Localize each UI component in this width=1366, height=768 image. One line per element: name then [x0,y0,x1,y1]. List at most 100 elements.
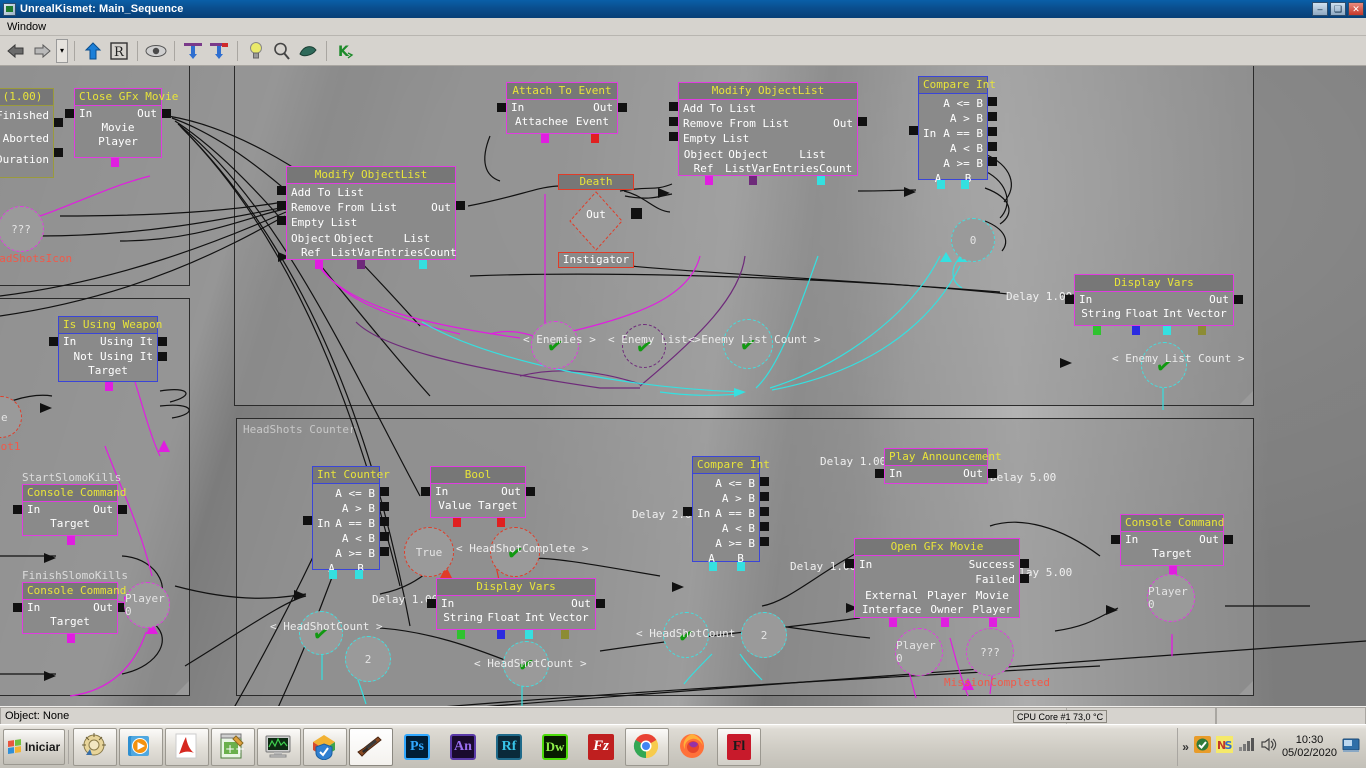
connector-out-a-lt-b[interactable] [760,522,769,531]
node-compare-int-1[interactable]: Compare Int A <= B A > B In A == B A < B… [918,76,988,180]
kismet-button[interactable]: K [333,39,357,63]
node-input-in[interactable]: In [27,502,40,517]
node-play-delay[interactable]: Play (1.00) Finished Aborted Duration [0,88,54,178]
node-input-in[interactable]: In [511,100,524,115]
node-input-in[interactable]: In [63,334,76,349]
taskbar-app-media-player[interactable] [119,728,163,766]
connector-in[interactable] [427,599,436,608]
connector-var-int[interactable] [525,630,533,639]
node-input-in[interactable]: In [697,506,710,521]
var-enemy-list[interactable]: ✔ [622,324,666,368]
node-output-success[interactable]: Success [969,557,1015,572]
connector-out-a-gt-b[interactable] [760,492,769,501]
connector-var-movieplayer[interactable] [111,158,119,167]
node-output-a-lt-b[interactable]: A < B [693,521,759,536]
node-output-a-eq-b[interactable]: A == B [715,506,755,521]
node-modify-objectlist-1[interactable]: Modify ObjectList Add To List Remove Fro… [286,166,456,260]
connector-var-target[interactable] [67,536,75,545]
node-input-add-to-list[interactable]: Add To List [291,185,364,200]
connector-var-event[interactable] [591,134,599,143]
node-input-in[interactable]: In [889,466,902,481]
connector-in-add[interactable] [669,102,678,111]
node-output-out[interactable]: Out [1199,532,1219,547]
connector-var-b[interactable] [737,562,745,571]
node-input-in[interactable]: In [441,596,454,611]
node-compare-int-2[interactable]: Compare Int A <= B A > B In A == B A < B… [692,456,760,562]
connector-in[interactable] [497,103,506,112]
connector-out-aborted[interactable] [54,148,63,157]
connector-in[interactable] [683,507,692,516]
tray-clock[interactable]: 10:30 05/02/2020 [1282,734,1337,760]
connector-var-float[interactable] [497,630,505,639]
connector-var-objectlistvar[interactable] [749,176,757,185]
var-true[interactable]: True [404,527,454,577]
connector-in[interactable] [845,559,854,568]
taskbar-app-monitor[interactable] [257,728,301,766]
connector-out[interactable] [118,505,127,514]
node-close-gfx-movie[interactable]: Close GFx Movie In Out Movie Player [74,88,162,158]
connector-in[interactable] [875,469,884,478]
node-input-in[interactable]: In [27,600,40,615]
forward-button[interactable] [30,39,54,63]
connector-out-a-eq-b[interactable] [988,127,997,136]
tray-icon-antivirus[interactable] [1194,736,1211,758]
connector-var-b[interactable] [961,180,969,189]
curve-button[interactable] [296,39,320,63]
node-console-command-start[interactable]: Console Command In Out Target [22,484,118,536]
node-output-a-eq-b[interactable]: A == B [335,516,375,531]
node-input-in[interactable]: In [317,516,330,531]
connector-out-a-lt-b[interactable] [380,532,389,541]
connector-var-entriescount[interactable] [817,176,825,185]
tray-icon-volume[interactable] [1260,737,1277,757]
connector-var-vector[interactable] [561,630,569,639]
connector-var-a[interactable] [709,562,717,571]
node-console-command-finish[interactable]: Console Command In Out Target [22,582,118,634]
connector-var-target[interactable] [67,634,75,643]
node-output-out[interactable]: Out [963,466,983,481]
connector-out-a-gt-b[interactable] [988,112,997,121]
connector-out[interactable] [1234,295,1243,304]
node-input-empty-list[interactable]: Empty List [291,215,357,230]
connector-out-death[interactable] [631,208,642,219]
search-selected-button[interactable] [207,39,231,63]
connector-out[interactable] [988,469,997,478]
node-output-a-le-b[interactable]: A <= B [919,96,987,111]
connector-in-remove[interactable] [277,201,286,210]
node-modify-objectlist-2[interactable]: Modify ObjectList Add To List Remove Fro… [678,82,858,176]
node-input-in[interactable]: In [435,484,448,499]
connector-var-a[interactable] [937,180,945,189]
kismet-canvas[interactable]: HeadShots Counter [0,66,1366,706]
lighting-button[interactable] [244,39,268,63]
connector-var-value[interactable] [453,518,461,527]
connector-in[interactable] [65,109,74,118]
node-output-a-gt-b[interactable]: A > B [919,111,987,126]
connector-out-a-eq-b[interactable] [760,507,769,516]
connector-in[interactable] [421,487,430,496]
connector-out-a-eq-b[interactable] [380,517,389,526]
node-output-a-le-b[interactable]: A <= B [693,476,759,491]
node-play-announcement[interactable]: Play Announcement In Out [884,448,988,484]
node-output-out[interactable]: Out [431,200,451,215]
taskbar-app-dreamweaver[interactable]: Dw [533,728,577,766]
connector-out-a-ge-b[interactable] [380,547,389,556]
start-button[interactable]: Iniciar [3,729,65,765]
parent-sequence-button[interactable] [81,39,105,63]
node-is-using-weapon[interactable]: Is Using Weapon In Using It Not Using It… [58,316,158,382]
node-input-empty-list[interactable]: Empty List [683,131,749,146]
node-output-out[interactable]: Out [833,116,853,131]
connector-var-playerowner[interactable] [941,618,949,627]
var-player0-left[interactable]: Player 0 [124,582,170,628]
node-attach-to-event[interactable]: Attach To Event In Out Attachee Event [506,82,618,134]
node-input-add-to-list[interactable]: Add To List [683,101,756,116]
node-bool[interactable]: Bool In Out Value Target [430,466,526,518]
connector-var-b[interactable] [355,570,363,579]
back-button[interactable] [4,39,28,63]
node-input-in[interactable]: In [859,557,872,572]
var-two-mid[interactable]: 2 [741,612,787,658]
connector-out[interactable] [858,117,867,126]
node-input-in[interactable]: In [1079,292,1092,307]
var-headshotsicon[interactable]: ??? [0,206,44,252]
node-output-out[interactable]: Out [501,484,521,499]
taskbar-app-chrome[interactable] [625,728,669,766]
node-display-vars-2[interactable]: Display Vars In Out String Float Int Vec… [436,578,596,630]
